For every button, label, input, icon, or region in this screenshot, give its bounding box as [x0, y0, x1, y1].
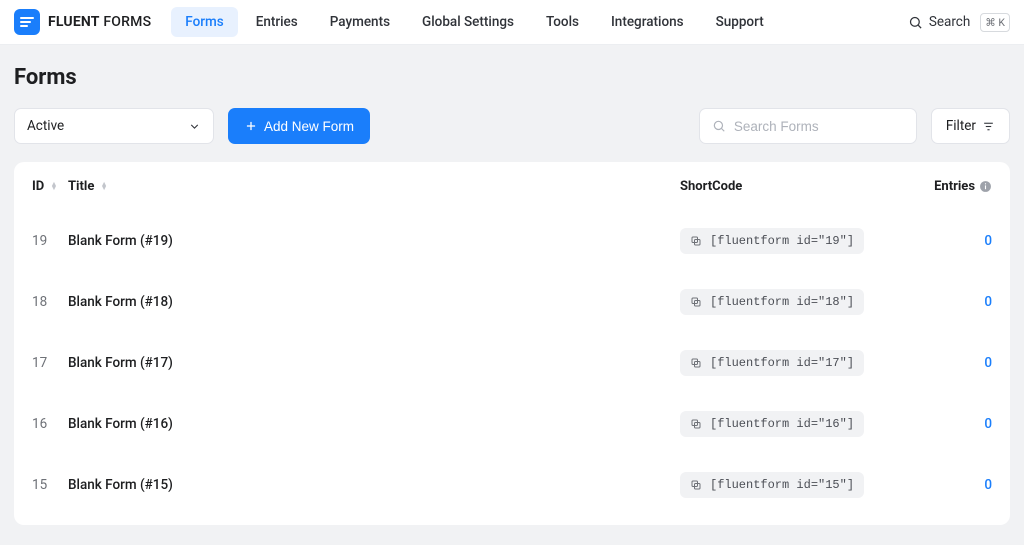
page: Forms Active Add New Form Filter ID ▲▼ T… [0, 45, 1024, 545]
info-icon[interactable] [979, 180, 992, 193]
cell-id: 19 [32, 233, 68, 249]
cell-shortcode: [fluentform id="15"] [680, 472, 912, 498]
table-row[interactable]: 16 Blank Form (#16) [fluentform id="16"]… [32, 393, 992, 454]
add-new-form-button[interactable]: Add New Form [228, 108, 370, 144]
filter-button[interactable]: Filter [931, 108, 1010, 144]
th-id-label: ID [32, 179, 44, 194]
nav-support[interactable]: Support [702, 7, 778, 37]
th-entries: Entries [912, 179, 992, 194]
copy-icon [690, 296, 702, 308]
shortcode-chip[interactable]: [fluentform id="16"] [680, 411, 864, 437]
nav-payments[interactable]: Payments [316, 7, 404, 37]
table-row[interactable]: 19 Blank Form (#19) [fluentform id="19"]… [32, 210, 992, 271]
add-new-form-label: Add New Form [264, 119, 354, 134]
cell-id: 17 [32, 355, 68, 371]
cell-entries[interactable]: 0 [912, 233, 992, 249]
nav-entries[interactable]: Entries [242, 7, 312, 37]
brand-logo[interactable]: FLUENT FORMS [14, 9, 151, 35]
chevron-down-icon [188, 120, 201, 133]
topbar-right: Search ⌘ K [908, 13, 1010, 32]
cell-title[interactable]: Blank Form (#16) [68, 416, 680, 432]
topbar: FLUENT FORMS Forms Entries Payments Glob… [0, 0, 1024, 45]
nav-tools[interactable]: Tools [532, 7, 593, 37]
nav-forms[interactable]: Forms [171, 7, 237, 37]
search-forms-box[interactable] [699, 108, 917, 144]
th-shortcode: ShortCode [680, 179, 912, 194]
cell-id: 15 [32, 477, 68, 493]
toolbar: Active Add New Form Filter [14, 108, 1010, 144]
cell-shortcode: [fluentform id="18"] [680, 289, 912, 315]
logo-icon [14, 9, 40, 35]
cell-entries[interactable]: 0 [912, 477, 992, 493]
brand-name: FLUENT FORMS [48, 14, 151, 30]
shortcode-text: [fluentform id="16"] [710, 417, 854, 431]
nav-global-settings[interactable]: Global Settings [408, 7, 528, 37]
cell-title[interactable]: Blank Form (#19) [68, 233, 680, 249]
th-title[interactable]: Title ▲▼ [68, 179, 680, 194]
copy-icon [690, 357, 702, 369]
shortcode-chip[interactable]: [fluentform id="19"] [680, 228, 864, 254]
page-title: Forms [14, 65, 1010, 90]
main-nav: Forms Entries Payments Global Settings T… [171, 7, 777, 37]
brand-light: FORMS [100, 14, 152, 30]
search-icon [712, 119, 726, 133]
forms-table: ID ▲▼ Title ▲▼ ShortCode Entries 19 Blan… [14, 162, 1010, 525]
shortcode-text: [fluentform id="19"] [710, 234, 854, 248]
th-id[interactable]: ID ▲▼ [32, 179, 68, 194]
cell-entries[interactable]: 0 [912, 294, 992, 310]
cell-title[interactable]: Blank Form (#18) [68, 294, 680, 310]
copy-icon [690, 235, 702, 247]
global-search-label: Search [929, 14, 970, 30]
sort-icon: ▲▼ [51, 182, 58, 190]
cell-id: 16 [32, 416, 68, 432]
filter-label: Filter [946, 118, 976, 134]
global-search[interactable]: Search [908, 14, 970, 30]
search-shortcut: ⌘ K [980, 13, 1010, 32]
shortcode-text: [fluentform id="15"] [710, 478, 854, 492]
sort-icon: ▲▼ [101, 182, 108, 190]
search-icon [908, 15, 923, 30]
th-shortcode-label: ShortCode [680, 179, 742, 194]
table-row[interactable]: 18 Blank Form (#18) [fluentform id="18"]… [32, 271, 992, 332]
shortcode-text: [fluentform id="18"] [710, 295, 854, 309]
status-select-value: Active [27, 118, 64, 134]
shortcode-chip[interactable]: [fluentform id="17"] [680, 350, 864, 376]
copy-icon [690, 479, 702, 491]
brand-bold: FLUENT [48, 14, 100, 30]
th-entries-label: Entries [934, 179, 975, 194]
table-row[interactable]: 17 Blank Form (#17) [fluentform id="17"]… [32, 332, 992, 393]
table-row[interactable]: 15 Blank Form (#15) [fluentform id="15"]… [32, 454, 992, 515]
nav-integrations[interactable]: Integrations [597, 7, 698, 37]
filter-icon [982, 120, 995, 133]
cell-shortcode: [fluentform id="17"] [680, 350, 912, 376]
cell-title[interactable]: Blank Form (#17) [68, 355, 680, 371]
shortcode-chip[interactable]: [fluentform id="15"] [680, 472, 864, 498]
table-header: ID ▲▼ Title ▲▼ ShortCode Entries [32, 162, 992, 210]
cell-entries[interactable]: 0 [912, 355, 992, 371]
plus-icon [244, 119, 258, 133]
cell-id: 18 [32, 294, 68, 310]
search-forms-input[interactable] [734, 119, 904, 134]
shortcode-chip[interactable]: [fluentform id="18"] [680, 289, 864, 315]
th-title-label: Title [68, 179, 94, 194]
shortcode-text: [fluentform id="17"] [710, 356, 854, 370]
cell-title[interactable]: Blank Form (#15) [68, 477, 680, 493]
copy-icon [690, 418, 702, 430]
status-select[interactable]: Active [14, 108, 214, 144]
cell-shortcode: [fluentform id="19"] [680, 228, 912, 254]
cell-shortcode: [fluentform id="16"] [680, 411, 912, 437]
cell-entries[interactable]: 0 [912, 416, 992, 432]
